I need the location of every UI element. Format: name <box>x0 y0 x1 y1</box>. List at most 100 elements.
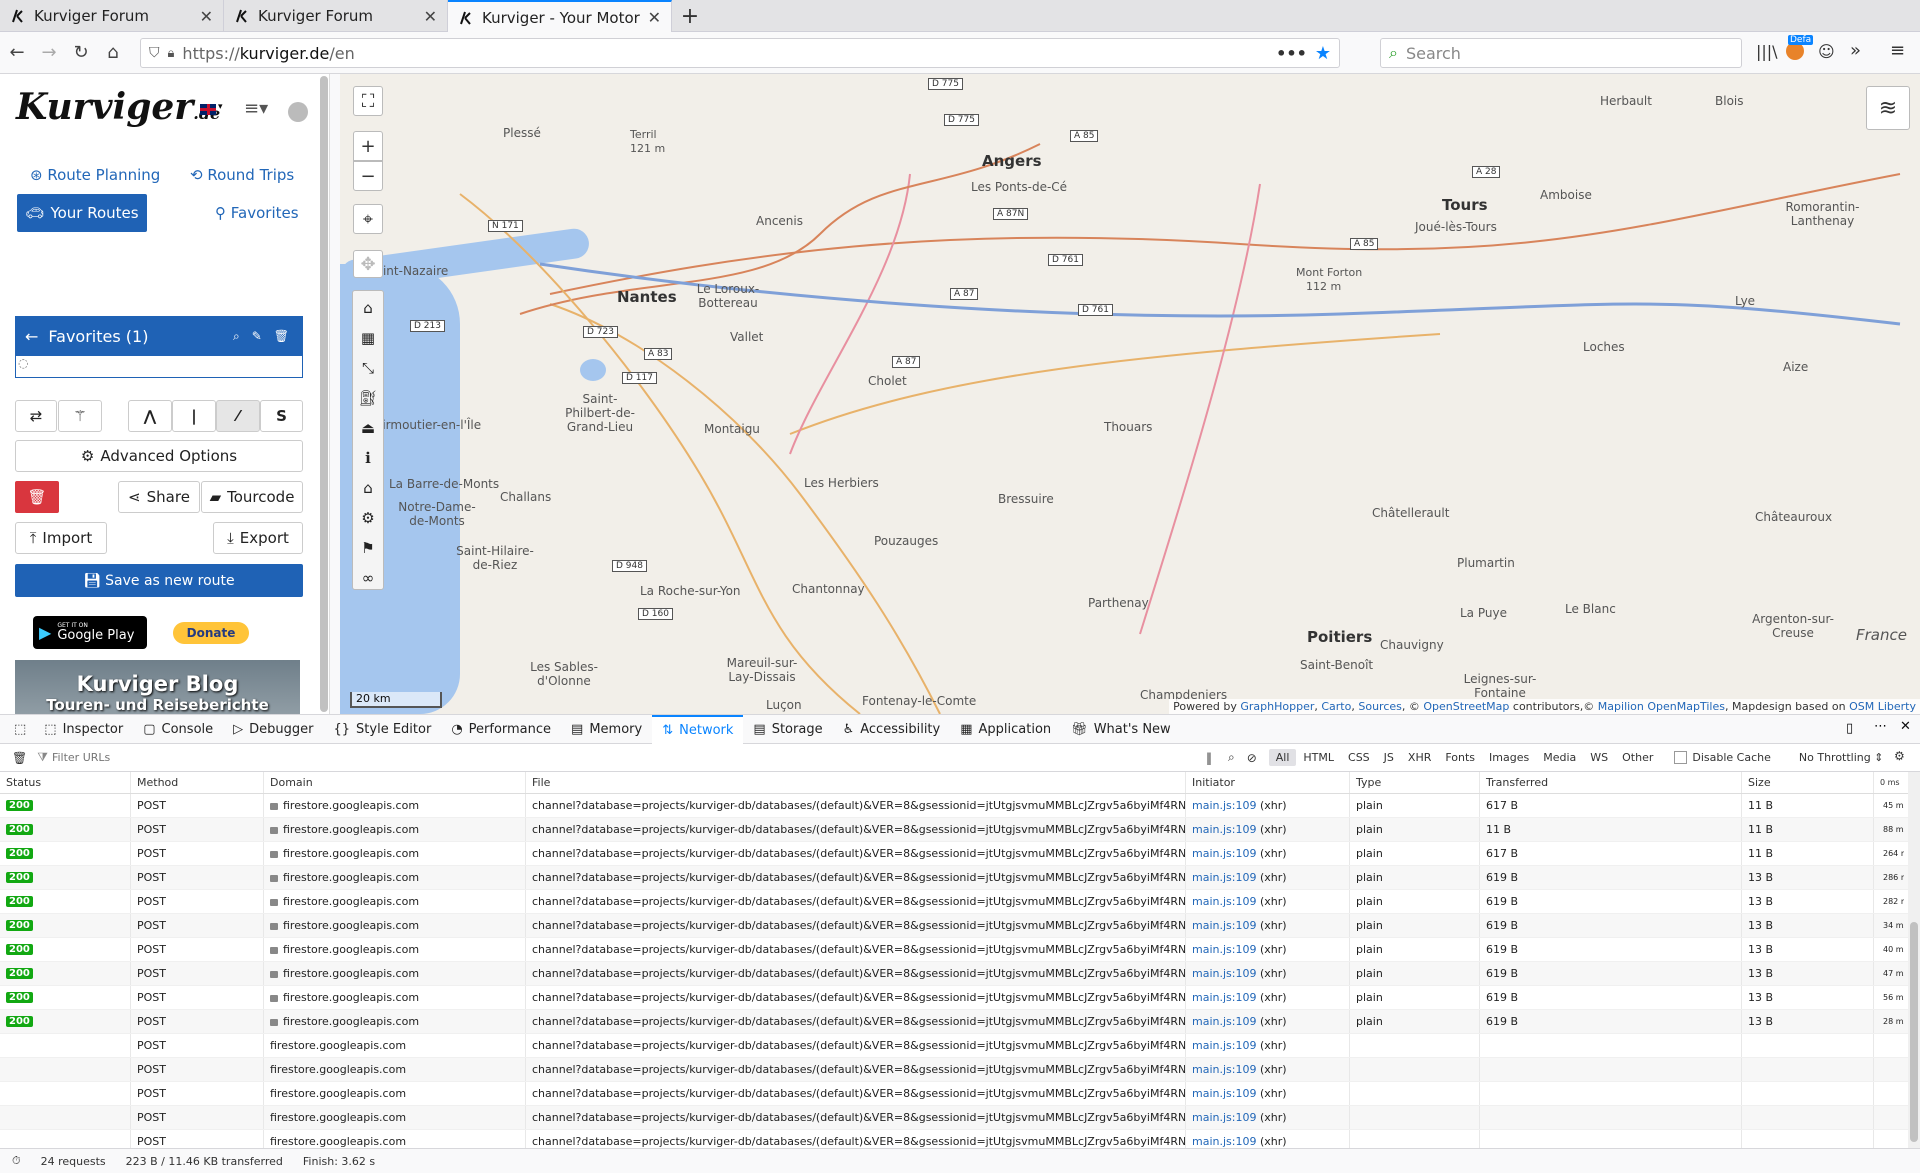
table-row[interactable]: 200 POST firestore.googleapis.com channel?d… <box>0 818 1920 842</box>
devtools-menu-icon[interactable]: ⋯ <box>1874 719 1887 734</box>
delete-route-button[interactable]: 🗑︎ <box>15 481 59 513</box>
dock-side-icon[interactable]: ▯ <box>1846 721 1853 736</box>
col-initiator[interactable]: Initiator <box>1186 772 1350 793</box>
new-tab-button[interactable]: + <box>672 0 708 32</box>
initiator-link[interactable]: main.js:109 <box>1192 967 1256 980</box>
col-type[interactable]: Type <box>1350 772 1480 793</box>
gear-icon[interactable]: ⚙ <box>361 509 374 527</box>
library-icon[interactable]: |||\ <box>1756 42 1778 61</box>
table-row[interactable]: POST firestore.googleapis.com channel?data… <box>0 1130 1920 1148</box>
close-icon[interactable]: ✕ <box>648 8 661 27</box>
table-row[interactable]: 200 POST firestore.googleapis.com channel?d… <box>0 986 1920 1010</box>
mapilion-link[interactable]: Mapilion <box>1598 700 1644 713</box>
fullscreen-button[interactable]: ⛶ <box>353 86 383 116</box>
disable-cache-checkbox[interactable] <box>1674 751 1688 764</box>
table-row[interactable]: 200 POST firestore.googleapis.com channel?d… <box>0 914 1920 938</box>
zoom-out-button[interactable]: − <box>353 161 383 191</box>
tab-application[interactable]: ▦ Application <box>950 715 1061 744</box>
favorites-link[interactable]: ⚲ Favorites <box>215 204 299 222</box>
chevron-down-icon[interactable]: ▾ <box>218 102 223 112</box>
museum-icon[interactable]: ⌂ <box>363 479 373 497</box>
tab-performance[interactable]: ◔ Performance <box>441 715 561 744</box>
table-row[interactable]: 200 POST firestore.googleapis.com channel?d… <box>0 866 1920 890</box>
tourcode-button[interactable]: ▰ Tourcode <box>201 481 303 513</box>
tab-debugger[interactable]: ▷ Debugger <box>223 715 323 744</box>
back-icon[interactable]: ← <box>2 38 32 68</box>
browser-tab-2[interactable]: Kurviger Forum ✕ <box>224 0 448 32</box>
initiator-link[interactable]: main.js:109 <box>1192 943 1256 956</box>
road-type-highway-button[interactable]: ⋀ <box>128 400 172 432</box>
share-button[interactable]: ⋖ Share <box>118 481 200 513</box>
filter-images[interactable]: Images <box>1482 749 1536 766</box>
save-as-new-route-button[interactable]: 💾︎ Save as new route <box>15 564 303 597</box>
table-row[interactable]: POST firestore.googleapis.com channel?data… <box>0 1106 1920 1130</box>
filter-fonts[interactable]: Fonts <box>1438 749 1482 766</box>
route-planning-link[interactable]: ⊛ Route Planning <box>30 166 160 184</box>
shield-icon[interactable]: ⛉ <box>149 45 160 61</box>
initiator-link[interactable]: main.js:109 <box>1192 1087 1256 1100</box>
col-size[interactable]: Size <box>1742 772 1874 793</box>
url-bar[interactable]: ⛉ 🔒︎ https://kurviger.de/en ••• ★ <box>140 38 1340 68</box>
pan-button[interactable]: ✥ <box>353 250 383 278</box>
flag-icon[interactable]: ⚑ <box>361 539 374 557</box>
initiator-link[interactable]: main.js:109 <box>1192 991 1256 1004</box>
binoculars-icon[interactable]: ∞ <box>362 569 375 587</box>
filter-xhr[interactable]: XHR <box>1401 749 1438 766</box>
tab-style-editor[interactable]: {} Style Editor <box>324 715 442 744</box>
openmaptiles-link[interactable]: OpenMapTiles <box>1647 700 1725 713</box>
road-type-curvy-button[interactable]: ⁄ <box>216 400 260 432</box>
table-row[interactable]: POST firestore.googleapis.com channel?data… <box>0 1082 1920 1106</box>
graphhopper-link[interactable]: GraphHopper <box>1240 700 1314 713</box>
initiator-link[interactable]: main.js:109 <box>1192 871 1256 884</box>
table-row[interactable]: 200 POST firestore.googleapis.com channel?d… <box>0 1010 1920 1034</box>
page-actions-icon[interactable]: ••• <box>1276 44 1307 63</box>
round-trips-link[interactable]: ⟲ Round Trips <box>190 166 294 184</box>
col-transferred[interactable]: Transferred <box>1480 772 1742 793</box>
home-icon[interactable]: ⌂ <box>98 38 128 68</box>
pencil-icon[interactable]: ✎ <box>252 329 262 344</box>
tab-inspector[interactable]: ⬚ Inspector <box>34 715 133 744</box>
table-row[interactable]: 200 POST firestore.googleapis.com channel?d… <box>0 794 1920 818</box>
col-waterfall[interactable]: 0 ms <box>1874 772 1904 793</box>
initiator-link[interactable]: main.js:109 <box>1192 823 1256 836</box>
initiator-link[interactable]: main.js:109 <box>1192 1039 1256 1052</box>
zoom-in-button[interactable]: + <box>353 131 383 161</box>
initiator-link[interactable]: main.js:109 <box>1192 847 1256 860</box>
hamburger-menu-icon[interactable]: ≡▾ <box>244 98 268 119</box>
tab-accessibility[interactable]: ♿︎ Accessibility <box>833 715 951 744</box>
tab-whats-new[interactable]: 🎁︎ What's New <box>1061 715 1181 744</box>
tab-console[interactable]: ▢ Console <box>133 715 223 744</box>
your-routes-button[interactable]: 🚗︎ Your Routes <box>17 194 147 232</box>
block-icon[interactable]: ⊘ <box>1243 751 1269 765</box>
forward-icon[interactable]: → <box>34 38 64 68</box>
table-row[interactable]: POST firestore.googleapis.com channel?data… <box>0 1034 1920 1058</box>
initiator-link[interactable]: main.js:109 <box>1192 895 1256 908</box>
profile-icon[interactable]: ☺ <box>1818 42 1835 61</box>
google-play-badge[interactable]: ▶ GET IT ON Google Play <box>33 616 147 649</box>
disable-cache-label[interactable]: Disable Cache <box>1687 751 1771 764</box>
initiator-link[interactable]: main.js:109 <box>1192 919 1256 932</box>
browser-tab-3[interactable]: Kurviger - Your Motorcyc ✕ <box>448 0 672 33</box>
close-icon[interactable]: ✕ <box>424 7 437 26</box>
overflow-icon[interactable]: » <box>1850 40 1861 61</box>
magic-wand-button[interactable]: ⚚ <box>58 400 102 432</box>
table-row[interactable]: 200 POST firestore.googleapis.com channel?d… <box>0 962 1920 986</box>
initiator-link[interactable]: main.js:109 <box>1192 1015 1256 1028</box>
col-file[interactable]: File <box>526 772 1186 793</box>
layers-button[interactable]: ≋ <box>1866 86 1910 130</box>
import-button[interactable]: ⤒ Import <box>15 522 107 554</box>
reverse-route-button[interactable]: ⇄ <box>15 400 57 432</box>
initiator-link[interactable]: main.js:109 <box>1192 1135 1256 1148</box>
map-icon[interactable]: ▦ <box>361 329 375 347</box>
url-text[interactable]: https://kurviger.de/en <box>182 44 354 63</box>
osm-link[interactable]: OpenStreetMap <box>1423 700 1509 713</box>
filter-urls-input[interactable] <box>47 751 1198 764</box>
kurviger-logo[interactable]: Kurviger.de <box>16 86 220 128</box>
bookmark-star-icon[interactable]: ★ <box>1315 43 1339 64</box>
table-row[interactable]: 200 POST firestore.googleapis.com channel?d… <box>0 842 1920 866</box>
osm-liberty-link[interactable]: OSM Liberty <box>1849 700 1916 713</box>
col-status[interactable]: Status <box>0 772 131 793</box>
menu-icon[interactable]: ≡ <box>1890 40 1905 61</box>
throttling-select[interactable]: No Throttling ⇕ <box>1799 751 1884 764</box>
tab-storage[interactable]: ▤ Storage <box>743 715 832 744</box>
